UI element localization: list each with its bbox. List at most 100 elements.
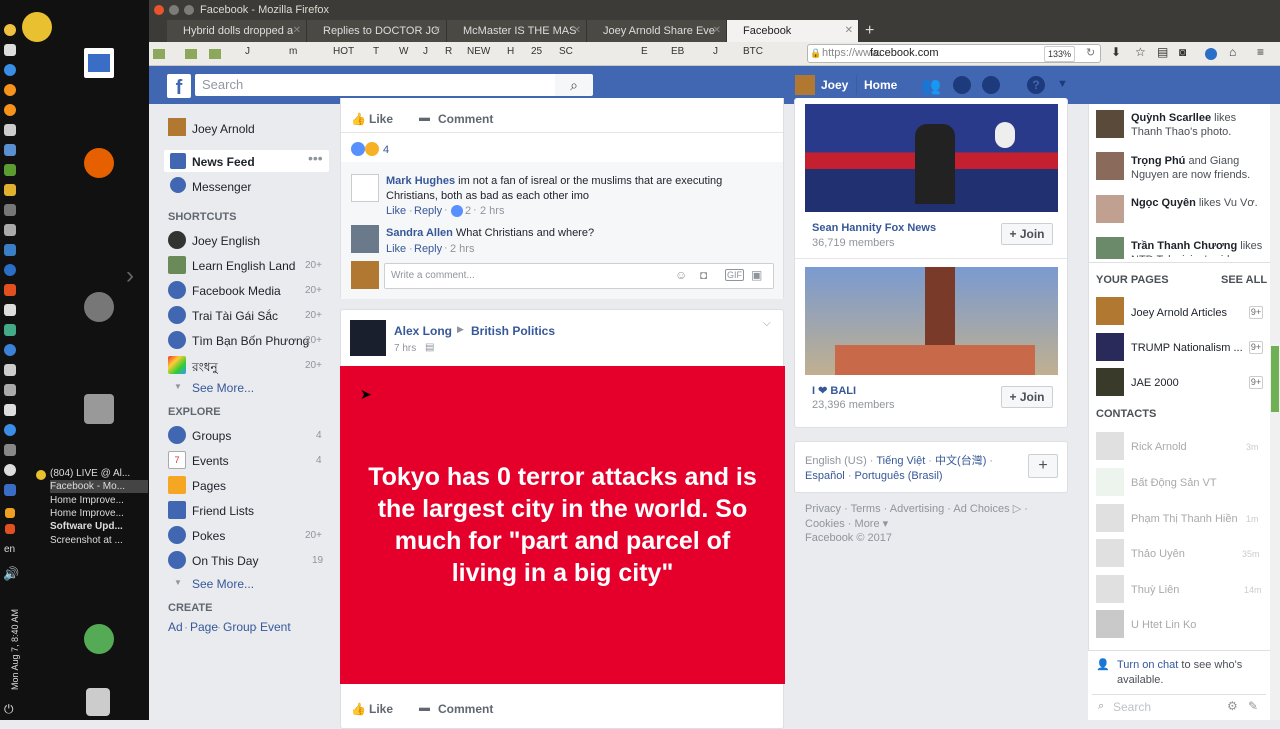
language-link[interactable]: 中文(台灣) [935,455,986,467]
profile-link[interactable]: Joey [821,78,848,92]
join-group-button[interactable]: + Join [1001,223,1053,245]
close-tab-icon[interactable]: ✕ [845,20,853,42]
taskbar-window[interactable]: Screenshot at ... [50,534,148,547]
app-icon[interactable] [4,284,16,296]
bookmark[interactable]: W [399,46,408,57]
app-icon[interactable] [4,164,16,176]
app-icon[interactable] [4,244,16,256]
shortcut-link[interactable]: Facebook Media [192,284,281,298]
taskbar-window[interactable]: Home Improve... [50,507,148,520]
page-avatar[interactable] [1096,333,1124,361]
group-name[interactable]: I ❤ BALI [812,384,856,397]
comment-like-link[interactable]: Like [386,243,406,255]
app-icon[interactable] [4,264,16,276]
taskbar-window[interactable]: Software Upd... [50,520,148,533]
contact-avatar[interactable] [1096,575,1124,603]
create-group-link[interactable]: Group [223,620,256,634]
reaction-count[interactable]: 4 [383,144,389,156]
library-icon[interactable]: ▤ [1157,45,1168,59]
close-window-icon[interactable] [154,5,164,15]
commenter-avatar[interactable] [351,174,379,202]
extension-icon[interactable] [1205,48,1217,60]
news-feed-label[interactable]: News Feed [192,155,255,169]
comment-reply-link[interactable]: Reply [414,243,442,255]
app-icon[interactable] [4,184,16,196]
post-group-link[interactable]: British Politics [471,324,555,338]
friend-requests-icon[interactable]: 👥 [921,76,941,96]
scrollbar-track[interactable] [1270,104,1280,720]
page-link[interactable]: TRUMP Nationalism ... [1131,341,1243,355]
bookmark[interactable]: NEW [467,46,490,57]
explore-link[interactable]: Events [192,454,229,468]
bookmark[interactable]: 25 [531,46,542,57]
ticker-item[interactable]: Quỳnh Scarllee likes Thanh Thao's photo. [1131,111,1263,139]
app-icon[interactable] [4,44,16,56]
url-bar[interactable]: 🔒 https://www. facebook.com 133% ↻ [807,44,1101,63]
chat-search-input[interactable]: Search [1113,700,1151,714]
footer-link[interactable]: Advertising [890,503,944,515]
settings-icon[interactable] [84,292,114,322]
ticker-avatar[interactable] [1096,195,1124,223]
group-name[interactable]: Sean Hannity Fox News [812,222,936,234]
app-icon[interactable] [4,204,16,216]
browser-tab[interactable]: Joey Arnold Share Eve ✕ [587,20,727,42]
page-link[interactable]: Joey Arnold Articles [1131,306,1227,320]
home-link[interactable]: Home [864,78,897,92]
write-comment-input[interactable]: Write a comment... ☺ ◘ GIF ▣ [384,263,774,289]
ticker-item[interactable]: Trọng Phú and Giang Nguyen are now frien… [1131,154,1263,182]
browser-tab[interactable]: Replies to DOCTOR JO ✕ [307,20,447,42]
bookmark[interactable]: m [289,46,297,57]
explore-link[interactable]: Groups [192,429,231,443]
maximize-window-icon[interactable] [184,5,194,15]
add-language-button[interactable]: + [1028,454,1058,478]
comment-author[interactable]: Mark Hughes [386,175,455,187]
contact-name[interactable]: Thảo Uyên [1131,548,1185,560]
commenter-avatar[interactable] [351,225,379,253]
ticker-item[interactable]: Trần Thanh Chương likes NTD Television's… [1131,239,1267,257]
contact-name[interactable]: U Htet Lin Ko [1131,619,1196,631]
volume-icon[interactable]: 🔊 [3,566,19,582]
search-icon[interactable]: ⌕ [555,74,593,96]
app-icon[interactable] [4,484,16,496]
app-icon[interactable] [5,508,15,518]
contact-name[interactable]: Phạm Thị Thanh Hiền [1131,513,1238,525]
bookmark[interactable]: H [507,46,514,57]
bookmark[interactable]: R [445,46,452,57]
create-page-link[interactable]: Page [190,620,218,634]
download-icon[interactable]: ⬇ [1111,45,1121,59]
page-link[interactable]: JAE 2000 [1131,376,1179,390]
shortcut-link[interactable]: Tìm Bạn Bốn Phương [192,334,309,348]
page-avatar[interactable] [1096,368,1124,396]
see-more-link[interactable]: See More... [192,577,254,591]
facebook-logo[interactable]: f [167,74,191,99]
help-icon[interactable]: ? [1027,76,1045,94]
post-author[interactable]: Alex Long [394,324,452,338]
post-time[interactable]: 7 hrs [394,343,416,354]
chevron-down-icon[interactable]: ▼ [1057,78,1068,90]
taskbar-window[interactable]: Home Improve... [50,494,148,507]
close-tab-icon[interactable]: ✕ [573,20,581,42]
shortcut-link[interactable]: Trai Tài Gái Sắc [192,309,278,323]
app-icon[interactable] [4,124,16,136]
camera-icon[interactable]: ◘ [700,268,707,282]
browser-tab[interactable]: McMaster IS THE MAS ✕ [447,20,587,42]
like-button[interactable]: Like [369,702,393,716]
app-icon[interactable] [4,304,16,316]
contact-avatar[interactable] [1096,539,1124,567]
close-tab-icon[interactable]: ✕ [713,20,721,42]
create-event-link[interactable]: Event [260,620,291,634]
footer-link[interactable]: Cookies [805,518,845,530]
messenger-link[interactable]: Messenger [192,180,251,194]
power-icon[interactable]: ⏻ [4,702,14,717]
comment-likes-count[interactable]: 2 [465,205,471,217]
zoom-level[interactable]: 133% [1044,46,1076,62]
comment-time[interactable]: 2 hrs [450,243,474,255]
chevron-right-icon[interactable]: › [126,262,134,290]
app-icon[interactable] [4,464,16,476]
audience-icon[interactable]: ▤ [425,342,434,353]
emoji-icon[interactable]: ☺ [675,268,687,282]
bitcoin-icon[interactable] [4,104,16,116]
bookmark[interactable]: J [245,46,250,57]
bookmark[interactable]: BTC [743,46,763,57]
join-group-button[interactable]: + Join [1001,386,1053,408]
